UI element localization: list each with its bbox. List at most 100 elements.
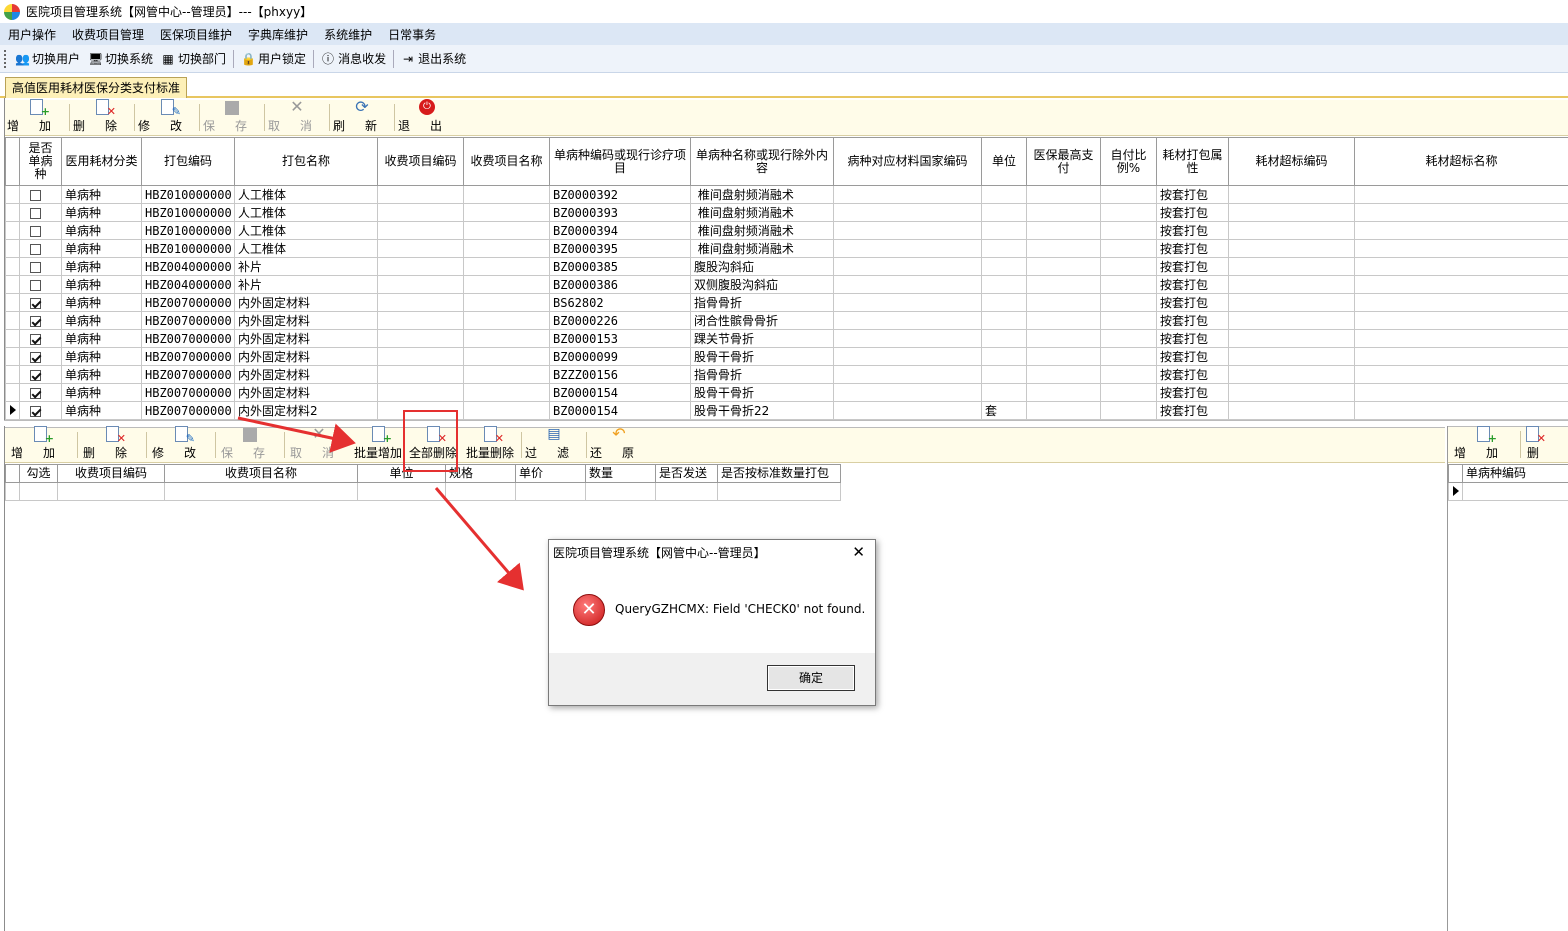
- single-disease-checkbox[interactable]: [30, 315, 41, 327]
- disease-code-cell[interactable]: BZ0000154: [549, 383, 691, 402]
- checkbox-cell[interactable]: [19, 401, 62, 420]
- over-name-cell[interactable]: [1354, 293, 1568, 312]
- package-attr-cell[interactable]: 按套打包: [1156, 275, 1229, 294]
- disease-code-cell[interactable]: BZ0000385: [549, 257, 691, 276]
- category-cell[interactable]: 单病种: [61, 347, 142, 366]
- unit-cell[interactable]: [981, 221, 1027, 240]
- table-row[interactable]: [5, 482, 841, 501]
- category-cell[interactable]: 单病种: [61, 293, 142, 312]
- single-disease-checkbox[interactable]: [30, 279, 41, 291]
- category-cell[interactable]: 单病种: [61, 383, 142, 402]
- checkbox-cell[interactable]: [19, 365, 62, 384]
- single-disease-checkbox[interactable]: [30, 189, 41, 201]
- over-name-cell[interactable]: [1354, 383, 1568, 402]
- max-payment-cell[interactable]: [1026, 293, 1101, 312]
- disease-code-cell[interactable]: BS62802: [549, 293, 691, 312]
- category-cell[interactable]: 单病种: [61, 221, 142, 240]
- over-name-cell[interactable]: [1354, 221, 1568, 240]
- self-pay-ratio-cell[interactable]: [1100, 185, 1157, 204]
- user-lock-button[interactable]: 🔒 用户锁定: [237, 50, 310, 67]
- table-cell[interactable]: [357, 482, 446, 501]
- category-cell[interactable]: 单病种: [61, 185, 142, 204]
- package-code-cell[interactable]: HBZ007000000: [141, 311, 235, 330]
- menu-insurance-items[interactable]: 医保项目维护: [152, 26, 240, 43]
- national-code-cell[interactable]: [833, 401, 982, 420]
- package-name-cell[interactable]: 人工椎体: [234, 239, 378, 258]
- table-row[interactable]: 单病种 HBZ007000000 内外固定材料 BZZZ00156 指骨骨折 按套打包: [5, 365, 1568, 384]
- charge-code-cell[interactable]: [377, 239, 464, 258]
- package-attr-cell[interactable]: 按套打包: [1156, 401, 1229, 420]
- col-header[interactable]: 收费项目名称: [164, 464, 358, 483]
- max-payment-cell[interactable]: [1026, 257, 1101, 276]
- checkbox-cell[interactable]: [19, 185, 62, 204]
- cancel-button[interactable]: ✕ 取消: [267, 97, 327, 135]
- menu-user-ops[interactable]: 用户操作: [0, 26, 64, 43]
- single-disease-checkbox[interactable]: [30, 243, 41, 255]
- unit-cell[interactable]: [981, 203, 1027, 222]
- package-code-cell[interactable]: HBZ007000000: [141, 293, 235, 312]
- charge-code-cell[interactable]: [377, 257, 464, 276]
- disease-name-cell[interactable]: 指骨骨折: [690, 293, 834, 312]
- col-header[interactable]: 单价: [515, 464, 586, 483]
- table-cell[interactable]: [655, 482, 718, 501]
- charge-code-cell[interactable]: [377, 365, 464, 384]
- package-attr-cell[interactable]: 按套打包: [1156, 293, 1229, 312]
- unit-cell[interactable]: [981, 239, 1027, 258]
- package-code-cell[interactable]: HBZ007000000: [141, 347, 235, 366]
- col-header[interactable]: 单病种编码: [1462, 464, 1568, 483]
- table-cell[interactable]: [445, 482, 516, 501]
- category-cell[interactable]: 单病种: [61, 257, 142, 276]
- single-disease-checkbox[interactable]: [30, 333, 41, 345]
- over-code-cell[interactable]: [1228, 203, 1355, 222]
- over-name-cell[interactable]: [1354, 311, 1568, 330]
- tab-consumables-standard[interactable]: 高值医用耗材医保分类支付标准: [5, 77, 188, 98]
- single-disease-checkbox[interactable]: [30, 405, 41, 417]
- self-pay-ratio-cell[interactable]: [1100, 401, 1157, 420]
- checkbox-cell[interactable]: [19, 311, 62, 330]
- max-payment-cell[interactable]: [1026, 383, 1101, 402]
- package-code-cell[interactable]: HBZ007000000: [141, 365, 235, 384]
- over-code-cell[interactable]: [1228, 401, 1355, 420]
- package-code-cell[interactable]: HBZ010000000: [141, 203, 235, 222]
- single-disease-checkbox[interactable]: [30, 261, 41, 273]
- package-attr-cell[interactable]: 按套打包: [1156, 185, 1229, 204]
- category-cell[interactable]: 单病种: [61, 329, 142, 348]
- package-name-cell[interactable]: 内外固定材料: [234, 293, 378, 312]
- charge-code-cell[interactable]: [377, 311, 464, 330]
- self-pay-ratio-cell[interactable]: [1100, 347, 1157, 366]
- single-disease-checkbox[interactable]: [30, 207, 41, 219]
- charge-code-cell[interactable]: [377, 203, 464, 222]
- switch-system-button[interactable]: 🖥 切换系统: [84, 50, 157, 67]
- charge-name-cell[interactable]: [463, 365, 550, 384]
- unit-cell[interactable]: [981, 293, 1027, 312]
- charge-code-cell[interactable]: [377, 347, 464, 366]
- disease-name-cell[interactable]: 指骨骨折: [690, 365, 834, 384]
- batch-delete-button[interactable]: ✕ 批量删除: [461, 426, 519, 462]
- self-pay-ratio-cell[interactable]: [1100, 365, 1157, 384]
- refresh-button[interactable]: ⟳ 刷新: [332, 97, 392, 135]
- disease-code-cell[interactable]: BZ0000386: [549, 275, 691, 294]
- package-name-cell[interactable]: 内外固定材料: [234, 383, 378, 402]
- table-cell[interactable]: [585, 482, 656, 501]
- col-header[interactable]: 收费项目编码: [57, 464, 165, 483]
- self-pay-ratio-cell[interactable]: [1100, 203, 1157, 222]
- checkbox-cell[interactable]: [19, 257, 62, 276]
- table-cell[interactable]: [164, 482, 358, 501]
- single-disease-checkbox[interactable]: [30, 387, 41, 399]
- national-code-cell[interactable]: [833, 383, 982, 402]
- unit-cell[interactable]: [981, 185, 1027, 204]
- col-header[interactable]: 打包编码: [141, 137, 235, 186]
- max-payment-cell[interactable]: [1026, 275, 1101, 294]
- col-header[interactable]: 耗材超标名称: [1354, 137, 1568, 186]
- checkbox-cell[interactable]: [19, 329, 62, 348]
- disease-name-cell[interactable]: 股骨干骨折22: [690, 401, 834, 420]
- package-code-cell[interactable]: HBZ007000000: [141, 401, 235, 420]
- col-header[interactable]: 耗材打包属性: [1156, 137, 1229, 186]
- package-code-cell[interactable]: HBZ010000000: [141, 221, 235, 240]
- menu-daily[interactable]: 日常事务: [380, 26, 444, 43]
- switch-user-button[interactable]: 👥 切换用户: [11, 50, 84, 67]
- save-button[interactable]: 保存: [202, 100, 262, 135]
- over-name-cell[interactable]: [1354, 275, 1568, 294]
- package-name-cell[interactable]: 内外固定材料: [234, 329, 378, 348]
- detail-save-button[interactable]: 保存: [218, 428, 282, 462]
